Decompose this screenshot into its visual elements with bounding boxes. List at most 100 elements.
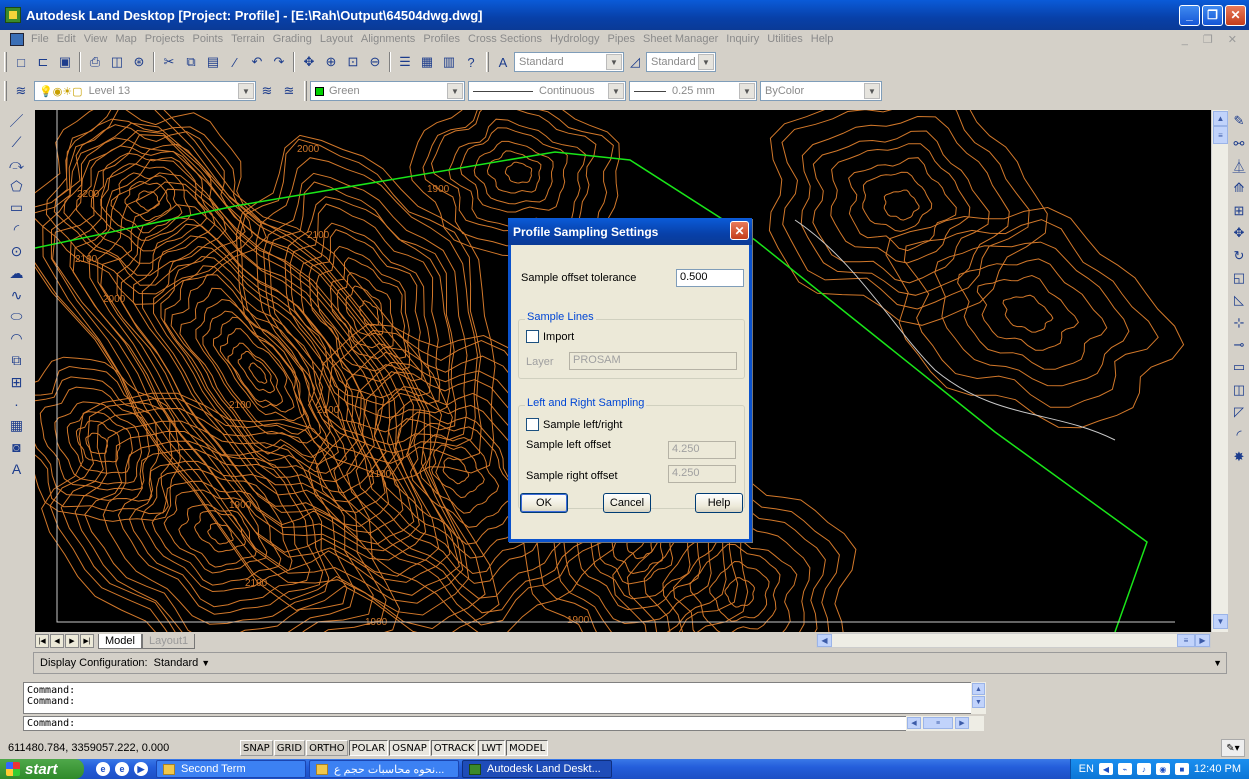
command-input[interactable]: Command: <box>23 716 983 731</box>
make-block-icon[interactable]: ⊞ <box>6 371 28 393</box>
land-desktop-app-icon[interactable] <box>5 7 21 23</box>
import-checkbox[interactable] <box>526 330 539 343</box>
chevron-down-icon[interactable]: ▼ <box>447 83 463 99</box>
tool-palettes-icon[interactable]: ▥ <box>438 51 460 73</box>
menu-pipes[interactable]: Pipes <box>604 33 640 45</box>
taskbar-item-second-term[interactable]: Second Term <box>156 760 306 778</box>
menu-alignments[interactable]: Alignments <box>357 33 419 45</box>
scroll-right-icon[interactable]: ▶ <box>1195 634 1210 647</box>
region-icon[interactable]: ◙ <box>6 436 28 458</box>
save-icon[interactable]: ▣ <box>54 51 76 73</box>
rotate-icon[interactable]: ↻ <box>1229 244 1249 266</box>
sample-left-right-row[interactable]: Sample left/right <box>526 418 622 431</box>
start-button[interactable]: start <box>0 759 84 779</box>
coordinate-readout[interactable]: 611480.784, 3359057.222, 0.000 <box>0 742 240 754</box>
media-player-icon[interactable]: ▶ <box>134 762 148 776</box>
language-indicator[interactable]: EN <box>1079 763 1094 775</box>
toolbar-grip[interactable] <box>4 52 7 72</box>
clock[interactable]: 12:40 PM <box>1194 763 1241 775</box>
color-dropdown[interactable]: Green ▼ <box>310 81 465 101</box>
polar-toggle[interactable]: POLAR <box>348 740 389 756</box>
next-tab-icon[interactable]: ▶ <box>65 634 79 648</box>
lwt-toggle[interactable]: LWT <box>478 740 506 756</box>
chevron-down-icon[interactable]: ▼ <box>238 83 254 99</box>
layer-previous-icon[interactable]: ≊ <box>278 80 300 102</box>
chevron-down-icon[interactable]: ▼ <box>698 54 714 70</box>
rectangle-icon[interactable]: ▭ <box>6 197 28 219</box>
zoom-window-icon[interactable]: ⊡ <box>342 51 364 73</box>
help-button[interactable]: Help <box>695 493 743 513</box>
mirror-icon[interactable]: ⏅ <box>1229 155 1249 177</box>
open-file-icon[interactable]: ⊏ <box>32 51 54 73</box>
multiline-text-icon[interactable]: A <box>6 458 28 480</box>
layer-dropdown[interactable]: 💡◉☀▢ Level 13 ▼ <box>34 81 256 101</box>
erase-icon[interactable]: ✎ <box>1229 110 1249 132</box>
menu-hydrology[interactable]: Hydrology <box>546 33 604 45</box>
ellipse-icon[interactable]: ⬭ <box>6 306 28 328</box>
move-icon[interactable]: ✥ <box>1229 222 1249 244</box>
scroll-left-icon[interactable]: ◀ <box>817 634 832 647</box>
snap-toggle[interactable]: SNAP <box>240 740 273 756</box>
circle-icon[interactable]: ⊙ <box>6 241 28 263</box>
internet-explorer-icon[interactable]: e <box>115 762 129 776</box>
chevron-down-icon[interactable]: ▼ <box>1213 658 1222 668</box>
menu-utilities[interactable]: Utilities <box>763 33 806 45</box>
line-icon[interactable]: ／ <box>6 110 28 132</box>
chevron-down-icon[interactable]: ▼ <box>864 83 880 99</box>
scroll-thumb[interactable]: ≡ <box>923 717 953 729</box>
document-icon[interactable] <box>10 32 24 46</box>
horizontal-scrollbar[interactable]: ◀ ≡ ▶ <box>816 633 1211 648</box>
menu-help[interactable]: Help <box>807 33 838 45</box>
browser-icon[interactable]: e <box>96 762 110 776</box>
maximize-button[interactable]: ❐ <box>1202 4 1223 26</box>
previous-tab-icon[interactable]: ◀ <box>50 634 64 648</box>
offset-icon[interactable]: ⟰ <box>1229 177 1249 199</box>
arc-icon[interactable]: ◜ <box>6 219 28 241</box>
scroll-thumb[interactable]: ≡ <box>1177 634 1195 647</box>
lineweight-dropdown[interactable]: 0.25 mm ▼ <box>629 81 757 101</box>
point-icon[interactable]: · <box>6 393 28 415</box>
plot-preview-icon[interactable]: ◫ <box>106 51 128 73</box>
pan-icon[interactable]: ✥ <box>298 51 320 73</box>
menu-edit[interactable]: Edit <box>53 33 80 45</box>
document-window-controls[interactable]: _ ❐ ✕ <box>1182 33 1243 46</box>
toolbar-grip[interactable] <box>4 81 7 101</box>
security-icon[interactable]: ■ <box>1174 763 1189 775</box>
text-style-dropdown[interactable]: Standard ▼ <box>514 52 624 72</box>
insert-block-icon[interactable]: ⧉ <box>6 349 28 371</box>
model-toggle[interactable]: MODEL <box>506 740 549 756</box>
help-icon[interactable]: ? <box>460 51 482 73</box>
communication-center-icon[interactable]: ✎▾ <box>1221 739 1245 757</box>
construction-line-icon[interactable]: ⟋ <box>6 132 28 154</box>
menu-points[interactable]: Points <box>189 33 228 45</box>
scale-icon[interactable]: ◱ <box>1229 267 1249 289</box>
fillet-icon[interactable]: ◜ <box>1229 423 1249 445</box>
menu-profiles[interactable]: Profiles <box>419 33 464 45</box>
tab-layout1[interactable]: Layout1 <box>141 633 196 649</box>
properties-icon[interactable]: ☰ <box>394 51 416 73</box>
scroll-down-icon[interactable]: ▼ <box>972 696 985 708</box>
chevron-down-icon[interactable]: ▼ <box>608 83 624 99</box>
chevron-down-icon[interactable]: ▼ <box>739 83 755 99</box>
redo-icon[interactable]: ↷ <box>268 51 290 73</box>
hatch-icon[interactable]: ▦ <box>6 415 28 437</box>
last-tab-icon[interactable]: ▶| <box>80 634 94 648</box>
match-properties-icon[interactable]: ∕ <box>224 51 246 73</box>
chevron-down-icon[interactable]: ▼ <box>201 658 210 668</box>
zoom-realtime-icon[interactable]: ⊕ <box>320 51 342 73</box>
polyline-icon[interactable]: ⤼ <box>6 154 28 176</box>
make-object-layer-current-icon[interactable]: ≋ <box>256 80 278 102</box>
paste-icon[interactable]: ▤ <box>202 51 224 73</box>
taskbar-item-land-desktop[interactable]: Autodesk Land Deskt... <box>462 760 612 778</box>
tray-arrow-icon[interactable]: ◀ <box>1098 763 1113 775</box>
zoom-previous-icon[interactable]: ⊖ <box>364 51 386 73</box>
tab-model[interactable]: Model <box>98 633 142 649</box>
menu-file[interactable]: File <box>27 33 53 45</box>
menu-cross-sections[interactable]: Cross Sections <box>464 33 546 45</box>
revision-cloud-icon[interactable]: ☁ <box>6 262 28 284</box>
new-file-icon[interactable]: □ <box>10 51 32 73</box>
osnap-toggle[interactable]: OSNAP <box>389 740 430 756</box>
menu-inquiry[interactable]: Inquiry <box>722 33 763 45</box>
network-icon[interactable]: ⌁ <box>1117 763 1132 775</box>
menu-sheet-manager[interactable]: Sheet Manager <box>639 33 722 45</box>
